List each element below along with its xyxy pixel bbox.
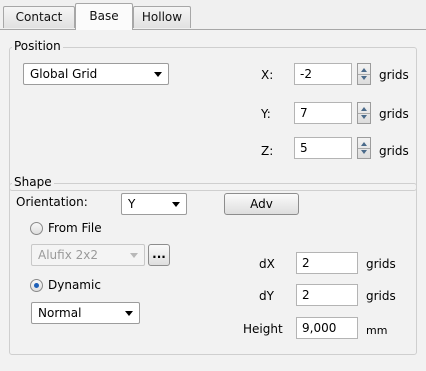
dynamic-label: Dynamic [48,278,101,292]
tab-strip: Contact Base Hollow [0,0,426,30]
x-spinner[interactable] [357,63,371,85]
z-unit: grids [379,144,409,158]
y-label: Y: [261,107,271,121]
spin-up-icon [361,107,367,111]
dx-unit: grids [366,257,396,271]
tab-base[interactable]: Base [75,3,133,30]
orientation-label: Orientation: [16,195,88,209]
grid-select-value: Global Grid [30,67,98,81]
dx-label: dX [259,257,275,271]
adv-button[interactable]: Adv [224,193,299,215]
chevron-down-icon [125,311,133,316]
dy-label: dY [259,289,274,303]
tab-hollow[interactable]: Hollow [133,6,191,28]
height-label: Height [243,322,283,336]
orientation-value: Y [128,197,136,211]
from-file-value: Alufix 2x2 [38,248,98,262]
z-field[interactable]: 5 [294,137,352,159]
x-label: X: [261,68,274,82]
from-file-radio[interactable] [30,222,43,235]
chevron-down-icon [130,253,138,258]
dy-unit: grids [366,289,396,303]
height-unit: mm [366,324,388,337]
position-legend: Position [12,39,63,53]
tab-contact[interactable]: Contact [3,6,75,28]
y-field[interactable]: 7 [294,102,352,124]
spin-up-icon [361,68,367,72]
grid-select[interactable]: Global Grid [23,63,169,85]
orientation-select[interactable]: Y [121,193,187,215]
y-unit: grids [379,107,409,121]
y-spinner[interactable] [357,102,371,124]
chevron-down-icon [172,202,180,207]
browse-button[interactable]: ... [148,244,170,266]
z-label: Z: [261,144,274,158]
shape-legend: Shape [12,175,54,189]
from-file-label: From File [48,221,102,235]
spin-down-icon [361,115,367,119]
dx-field[interactable]: 2 [296,252,358,274]
spin-down-icon [361,76,367,80]
dynamic-value: Normal [38,306,82,320]
spin-down-icon [361,150,367,154]
from-file-select[interactable]: Alufix 2x2 [31,244,145,266]
x-unit: grids [379,68,409,82]
height-field[interactable]: 9,000 [296,317,358,339]
dynamic-select[interactable]: Normal [31,302,140,324]
x-field[interactable]: -2 [294,63,352,85]
z-spinner[interactable] [357,137,371,159]
tab-panel-base: Position Global Grid X: -2 grids Y: 7 gr… [0,29,426,371]
dynamic-radio[interactable] [30,279,43,292]
dy-field[interactable]: 2 [296,284,358,306]
chevron-down-icon [154,72,162,77]
spin-up-icon [361,142,367,146]
